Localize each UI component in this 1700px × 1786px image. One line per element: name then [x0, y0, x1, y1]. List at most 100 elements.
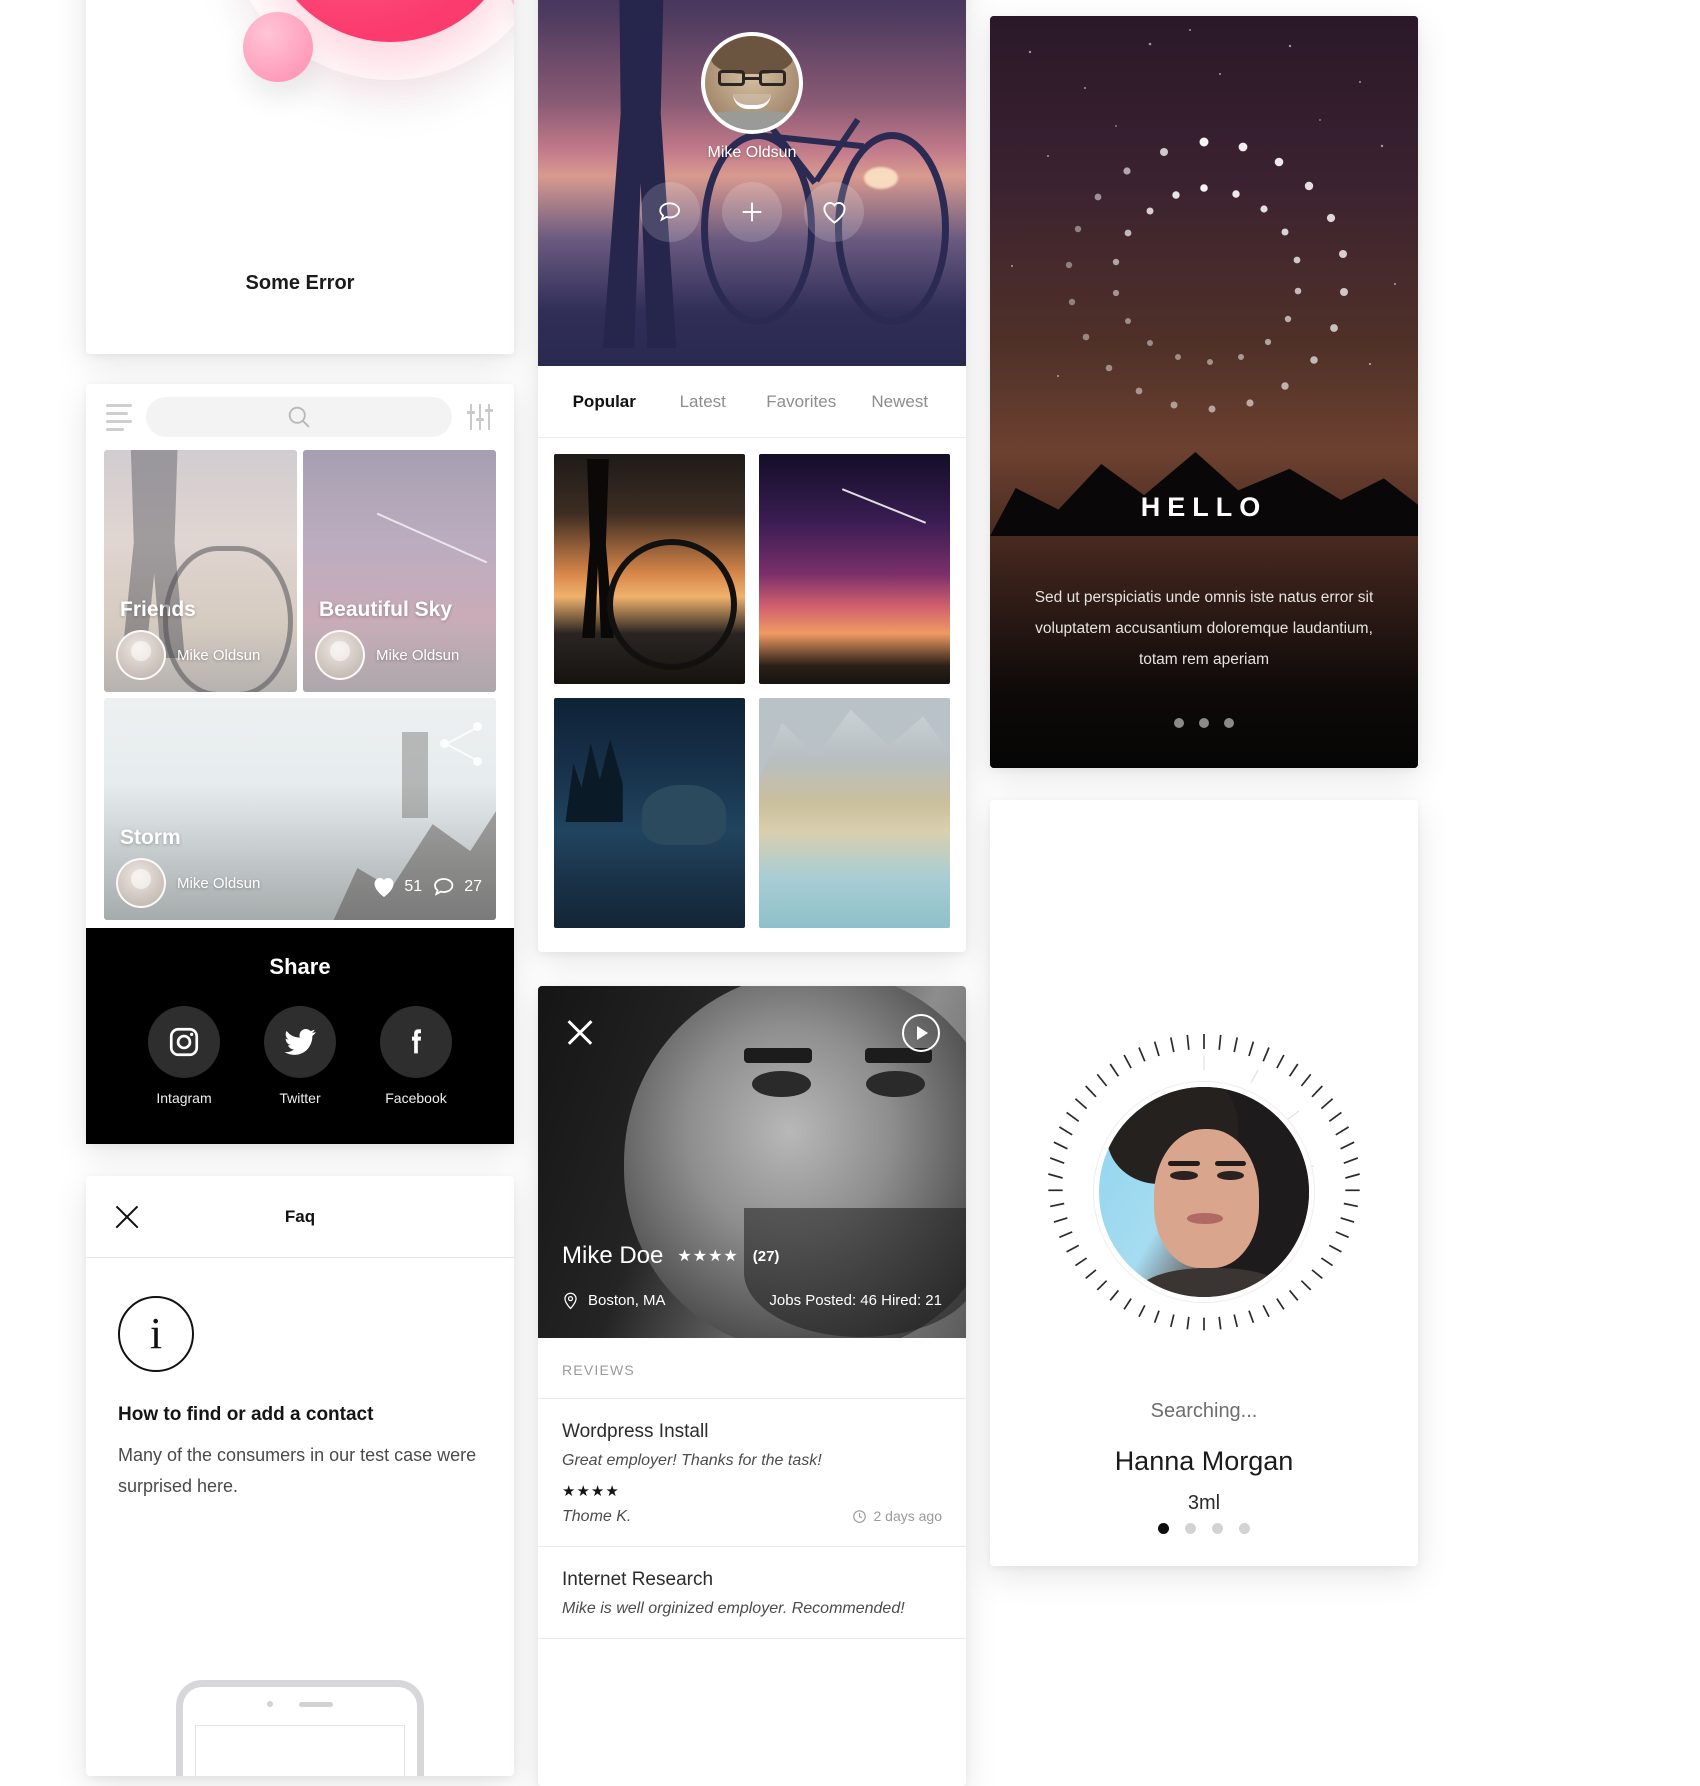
error-screen-card: Some Error [86, 0, 514, 354]
review-title: Wordpress Install [562, 1421, 709, 1442]
feed-wide-tile[interactable]: Storm Mike Oldsun 51 27 [104, 698, 496, 920]
profile-hero-image: Mike Doe ★★★★ (27) Boston, MA Jobs Poste… [538, 986, 966, 1338]
profile-name-line: Mike Doe ★★★★ (27) [562, 1242, 779, 1270]
hello-title: HELLO [1140, 492, 1268, 522]
comment-button[interactable] [640, 182, 700, 242]
searching-screen-card: Searching... Hanna Morgan 3ml [990, 800, 1418, 1566]
searching-status: Searching... [1150, 1400, 1258, 1422]
avatar [116, 858, 166, 908]
profile-meta: Boston, MA Jobs Posted: 46 Hired: 21 [562, 1291, 942, 1310]
pager-dot[interactable] [1185, 1523, 1196, 1534]
info-glyph: i [149, 1309, 163, 1358]
searching-distance: 3ml [1187, 1492, 1221, 1514]
pager-dot[interactable] [1224, 718, 1234, 728]
avatar [315, 630, 365, 680]
twitter-icon [284, 1028, 316, 1055]
add-button[interactable] [722, 182, 782, 242]
profile-location: Boston, MA [562, 1291, 666, 1310]
review-time-text: 2 days ago [873, 1508, 943, 1524]
avatar [701, 32, 803, 134]
pager-dot[interactable] [1199, 718, 1209, 728]
share-option-twitter[interactable]: Twitter [264, 1006, 336, 1106]
tab-popular[interactable]: Popular [560, 392, 649, 412]
error-message: Some Error [245, 272, 355, 294]
review-time: 2 days ago [852, 1508, 943, 1524]
filter-sliders-icon[interactable] [466, 404, 494, 430]
facebook-button[interactable] [380, 1006, 452, 1078]
like-stat[interactable]: 51 [372, 876, 422, 898]
rating-count: (27) [752, 1247, 780, 1265]
heart-outline-icon [822, 201, 846, 224]
starry-sky-photo[interactable] [759, 454, 950, 684]
faq-body: i How to find or add a contact Many of t… [86, 1258, 514, 1501]
close-icon[interactable] [564, 1016, 596, 1048]
share-option-instagram[interactable]: Intagram [148, 1006, 220, 1106]
tab-newest[interactable]: Newest [856, 392, 945, 412]
decorative-small-pink-circle [243, 12, 313, 82]
avatar [1094, 1082, 1314, 1302]
error-background [86, 0, 514, 354]
feed-tile[interactable]: Beautiful Sky Mike Oldsun [303, 450, 496, 692]
plus-icon [742, 202, 762, 222]
faq-answer: Many of the consumers in our test case w… [118, 1445, 477, 1496]
pager-dot[interactable] [1239, 1523, 1250, 1534]
instagram-button[interactable] [148, 1006, 220, 1078]
share-network-icon[interactable] [440, 722, 484, 766]
onboarding-pager[interactable] [990, 718, 1418, 728]
play-icon[interactable] [902, 1014, 940, 1052]
faq-question: How to find or add a contact [118, 1404, 374, 1425]
category-tabs: Popular Latest Favorites Newest [538, 366, 966, 438]
tab-latest[interactable]: Latest [659, 392, 748, 412]
tile-username: Mike Oldsun [177, 646, 261, 664]
share-option-label: Facebook [385, 1090, 447, 1106]
search-input[interactable] [146, 397, 452, 437]
share-option-facebook[interactable]: Facebook [380, 1006, 452, 1106]
profile-stats: Jobs Posted: 46 Hired: 21 [769, 1292, 942, 1309]
review-item[interactable]: Internet Research Mike is well orginized… [538, 1547, 966, 1639]
like-button[interactable] [804, 182, 864, 242]
silhouette-person [602, 0, 677, 348]
review-title: Internet Research [562, 1569, 714, 1590]
twitter-button[interactable] [264, 1006, 336, 1078]
facebook-icon [412, 1029, 422, 1054]
faq-header: Faq [86, 1176, 514, 1258]
pager-dot[interactable] [1174, 718, 1184, 728]
pager-dot[interactable] [1212, 1523, 1223, 1534]
avatar [116, 630, 166, 680]
faq-title: Faq [284, 1206, 316, 1226]
tile-user: Mike Oldsun [116, 630, 260, 680]
phone-speaker [183, 1701, 417, 1707]
hero-actions [538, 182, 966, 242]
comment-stat[interactable]: 27 [432, 876, 482, 898]
lake-rock-photo[interactable] [554, 698, 745, 928]
share-option-label: Twitter [279, 1090, 321, 1106]
reviews-section-header: REVIEWS [538, 1338, 966, 1399]
feed-tile-grid: Friends Mike Oldsun Beautiful Sky Mike O… [86, 450, 514, 692]
tile-title: Beautiful Sky [319, 598, 453, 621]
feed-toolbar [86, 384, 514, 450]
searching-name: Hanna Morgan [1114, 1446, 1294, 1476]
tile-user: Mike Oldsun [116, 858, 260, 908]
feed-tile[interactable]: Friends Mike Oldsun [104, 450, 297, 692]
snowy-mountain-photo[interactable] [759, 698, 950, 928]
review-text: Mike is well orginized employer. Recomme… [562, 1600, 905, 1617]
map-pin-icon [564, 1292, 577, 1310]
review-item[interactable]: Wordpress Install Great employer! Thanks… [538, 1399, 966, 1547]
clock-icon [852, 1509, 866, 1523]
review-stars: ★★★★ [562, 1483, 620, 1500]
dotted-circle-graphic [1065, 137, 1348, 413]
phone-mockup-illustration [176, 1680, 424, 1776]
sky-hero-image: Beautiful Sky Mike Oldsun [538, 0, 966, 366]
searching-pager[interactable] [990, 1523, 1418, 1534]
photo-grid [538, 438, 966, 944]
comment-bubble-icon [434, 878, 454, 896]
hamburger-menu-icon[interactable] [106, 403, 132, 431]
like-count: 51 [404, 878, 423, 895]
hero-username: Mike Oldsun [707, 144, 797, 161]
tab-favorites[interactable]: Favorites [757, 392, 846, 412]
tile-title: Friends [120, 598, 196, 621]
pager-dot[interactable] [1158, 1523, 1169, 1534]
faq-screen-card: Faq i How to find or add a contact Many … [86, 1176, 514, 1776]
beautiful-sky-screen-card: Beautiful Sky Mike Oldsun [538, 0, 966, 952]
sunset-cyclist-photo[interactable] [554, 454, 745, 684]
